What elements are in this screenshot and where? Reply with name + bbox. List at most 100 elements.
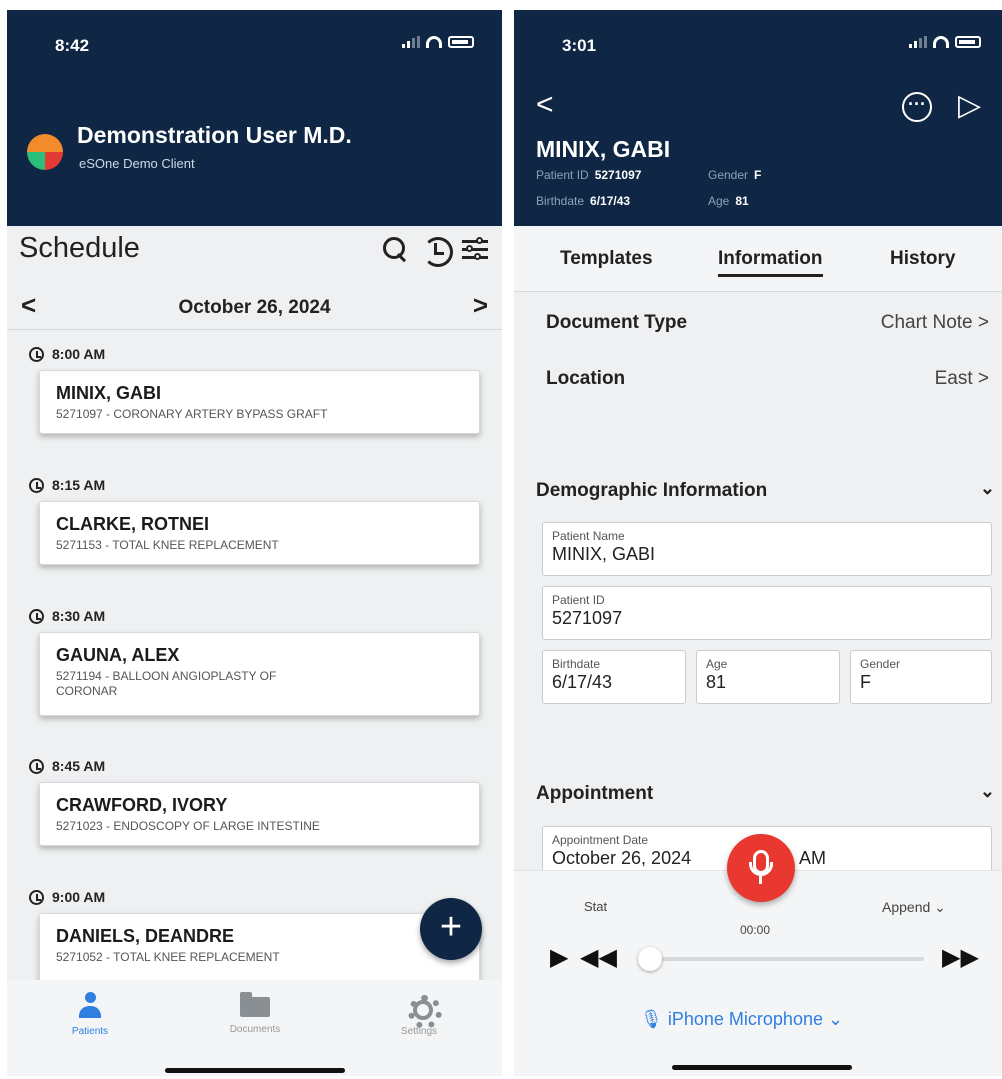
- wifi-icon: [933, 36, 949, 48]
- row-label: Document Type: [546, 312, 688, 333]
- filter-icon[interactable]: [460, 234, 490, 264]
- history-icon[interactable]: [420, 234, 453, 267]
- meta-value: F: [754, 168, 762, 182]
- meta-value: 5271097: [594, 168, 642, 182]
- tab-patients[interactable]: Patients: [40, 992, 140, 1037]
- patient-id-field[interactable]: Patient ID 5271097: [542, 586, 992, 640]
- field-value: 81: [706, 672, 727, 692]
- battery-icon: [955, 36, 981, 48]
- appointment-section-header[interactable]: Appointment ⌄: [536, 781, 995, 805]
- page-title: Schedule: [19, 232, 140, 264]
- tab-bar: Patients Documents Settings: [7, 980, 502, 1076]
- meta-value: 81: [735, 194, 749, 208]
- status-bar: 8:42: [7, 10, 502, 80]
- appointment-time: 8:00 AM: [52, 346, 106, 362]
- schedule-screen: 8:42 Demonstration User M.D. eSOne Demo …: [7, 10, 502, 1076]
- document-type-row[interactable]: Document Type Chart Note >: [546, 312, 989, 334]
- fast-forward-icon[interactable]: ▶▶: [942, 943, 979, 972]
- clock-icon: [29, 608, 44, 624]
- client-logo-icon: [27, 134, 63, 170]
- clock-icon: [29, 346, 44, 362]
- row-value: Chart Note: [880, 312, 973, 333]
- home-indicator: [164, 1068, 345, 1073]
- patient-name-field[interactable]: Patient Name MINIX, GABI: [542, 522, 992, 576]
- rewind-icon[interactable]: ◀◀: [580, 943, 617, 972]
- tab-history[interactable]: History: [890, 248, 955, 270]
- chevron-down-icon: ⌄: [979, 781, 995, 801]
- gender-field[interactable]: Gender F: [850, 650, 992, 704]
- appointment-time: 8:15 AM: [52, 477, 106, 493]
- append-label: Append: [882, 899, 931, 915]
- location-row[interactable]: Location East >: [546, 368, 989, 390]
- status-icons: [909, 36, 981, 48]
- patient-name: CRAWFORD, IVORY: [56, 795, 228, 815]
- microphone-selector[interactable]: 🎙 iPhone Microphone ⌄: [640, 1009, 843, 1030]
- field-label: Gender: [860, 657, 901, 671]
- tab-information[interactable]: Information: [718, 248, 823, 277]
- appointment-time: 8:30 AM: [52, 608, 106, 624]
- meta-value: 6/17/43: [590, 194, 631, 208]
- signal-icon: [402, 36, 420, 48]
- clock-icon: [29, 477, 44, 493]
- next-day-icon[interactable]: >: [473, 290, 488, 321]
- search-icon[interactable]: [380, 234, 410, 264]
- stat-toggle[interactable]: Stat: [584, 899, 607, 914]
- gender-meta: Gender F: [708, 168, 761, 182]
- battery-icon: [448, 36, 474, 48]
- appointment-card[interactable]: CLARKE, ROTNEI 5271153 - TOTAL KNEE REPL…: [39, 501, 480, 565]
- appointment-card[interactable]: MINIX, GABI 5271097 - CORONARY ARTERY BY…: [39, 370, 480, 434]
- tab-templates[interactable]: Templates: [560, 248, 653, 270]
- signal-icon: [909, 36, 927, 48]
- tab-label: Patients: [71, 1026, 109, 1037]
- appointment-card[interactable]: CRAWFORD, IVORY 5271023 - ENDOSCOPY OF L…: [39, 782, 480, 846]
- demographic-section-header[interactable]: Demographic Information ⌄: [536, 478, 995, 502]
- playback-scrubber[interactable]: [638, 947, 662, 971]
- back-icon[interactable]: <: [536, 88, 554, 122]
- age-field[interactable]: Age 81: [696, 650, 840, 704]
- appointment-card[interactable]: DANIELS, DEANDRE 5271052 - TOTAL KNEE RE…: [39, 913, 480, 983]
- send-icon[interactable]: ▷: [958, 88, 981, 123]
- record-timer: 00:00: [740, 923, 771, 937]
- field-label: Patient ID: [552, 593, 605, 607]
- field-value-suffix: AM: [799, 848, 826, 868]
- folder-icon: [240, 992, 270, 1018]
- patient-name: MINIX, GABI: [56, 383, 162, 403]
- tab-documents[interactable]: Documents: [205, 992, 305, 1035]
- play-icon[interactable]: ▶: [550, 943, 568, 972]
- patient-header: 3:01 < ··· ▷ MINIX, GABI Patient ID 52710…: [514, 10, 1002, 226]
- playback-track[interactable]: [644, 957, 924, 961]
- schedule-date[interactable]: October 26, 2024: [7, 297, 502, 319]
- meta-label: Gender: [708, 168, 749, 182]
- status-bar: 3:01: [514, 10, 1002, 80]
- status-time: 3:01: [562, 36, 597, 55]
- chevron-down-icon: ⌄: [979, 478, 995, 498]
- row-value: East: [934, 368, 973, 389]
- procedure: 5271097 - CORONARY ARTERY BYPASS GRAFT: [56, 407, 328, 421]
- clock-icon: [29, 758, 44, 774]
- birthdate-meta: Birthdate 6/17/43: [536, 194, 630, 208]
- procedure: 5271023 - ENDOSCOPY OF LARGE INTESTINE: [56, 819, 320, 833]
- tab-settings[interactable]: Settings: [369, 992, 469, 1037]
- chevron-right-icon: >: [977, 312, 989, 333]
- patient-tabs: Templates Information History: [514, 226, 1002, 292]
- row-label: Location: [546, 368, 626, 389]
- meta-label: Age: [708, 194, 730, 208]
- chevron-down-icon: ⌄: [934, 899, 946, 915]
- home-indicator: [671, 1065, 852, 1070]
- appointment-card[interactable]: GAUNA, ALEX 5271194 - BALLOON ANGIOPLAST…: [39, 632, 480, 716]
- birthdate-field[interactable]: Birthdate 6/17/43: [542, 650, 686, 704]
- field-label: Patient Name: [552, 529, 625, 543]
- status-icons: [402, 36, 474, 48]
- record-button[interactable]: [727, 834, 795, 902]
- more-options-icon[interactable]: ···: [902, 92, 932, 122]
- date-navigator: < October 26, 2024 >: [7, 280, 502, 330]
- field-value: 6/17/43: [552, 672, 613, 692]
- procedure: 5271194 - BALLOON ANGIOPLASTY OF CORONAR: [56, 669, 277, 698]
- append-dropdown[interactable]: Append ⌄: [882, 899, 946, 916]
- section-title: Demographic Information: [536, 480, 768, 501]
- add-appointment-button[interactable]: +: [420, 898, 482, 960]
- microphone-input-label: iPhone Microphone: [667, 1009, 823, 1029]
- status-time: 8:42: [55, 36, 90, 55]
- appointment-time: 9:00 AM: [52, 889, 106, 905]
- age-meta: Age 81: [708, 194, 749, 208]
